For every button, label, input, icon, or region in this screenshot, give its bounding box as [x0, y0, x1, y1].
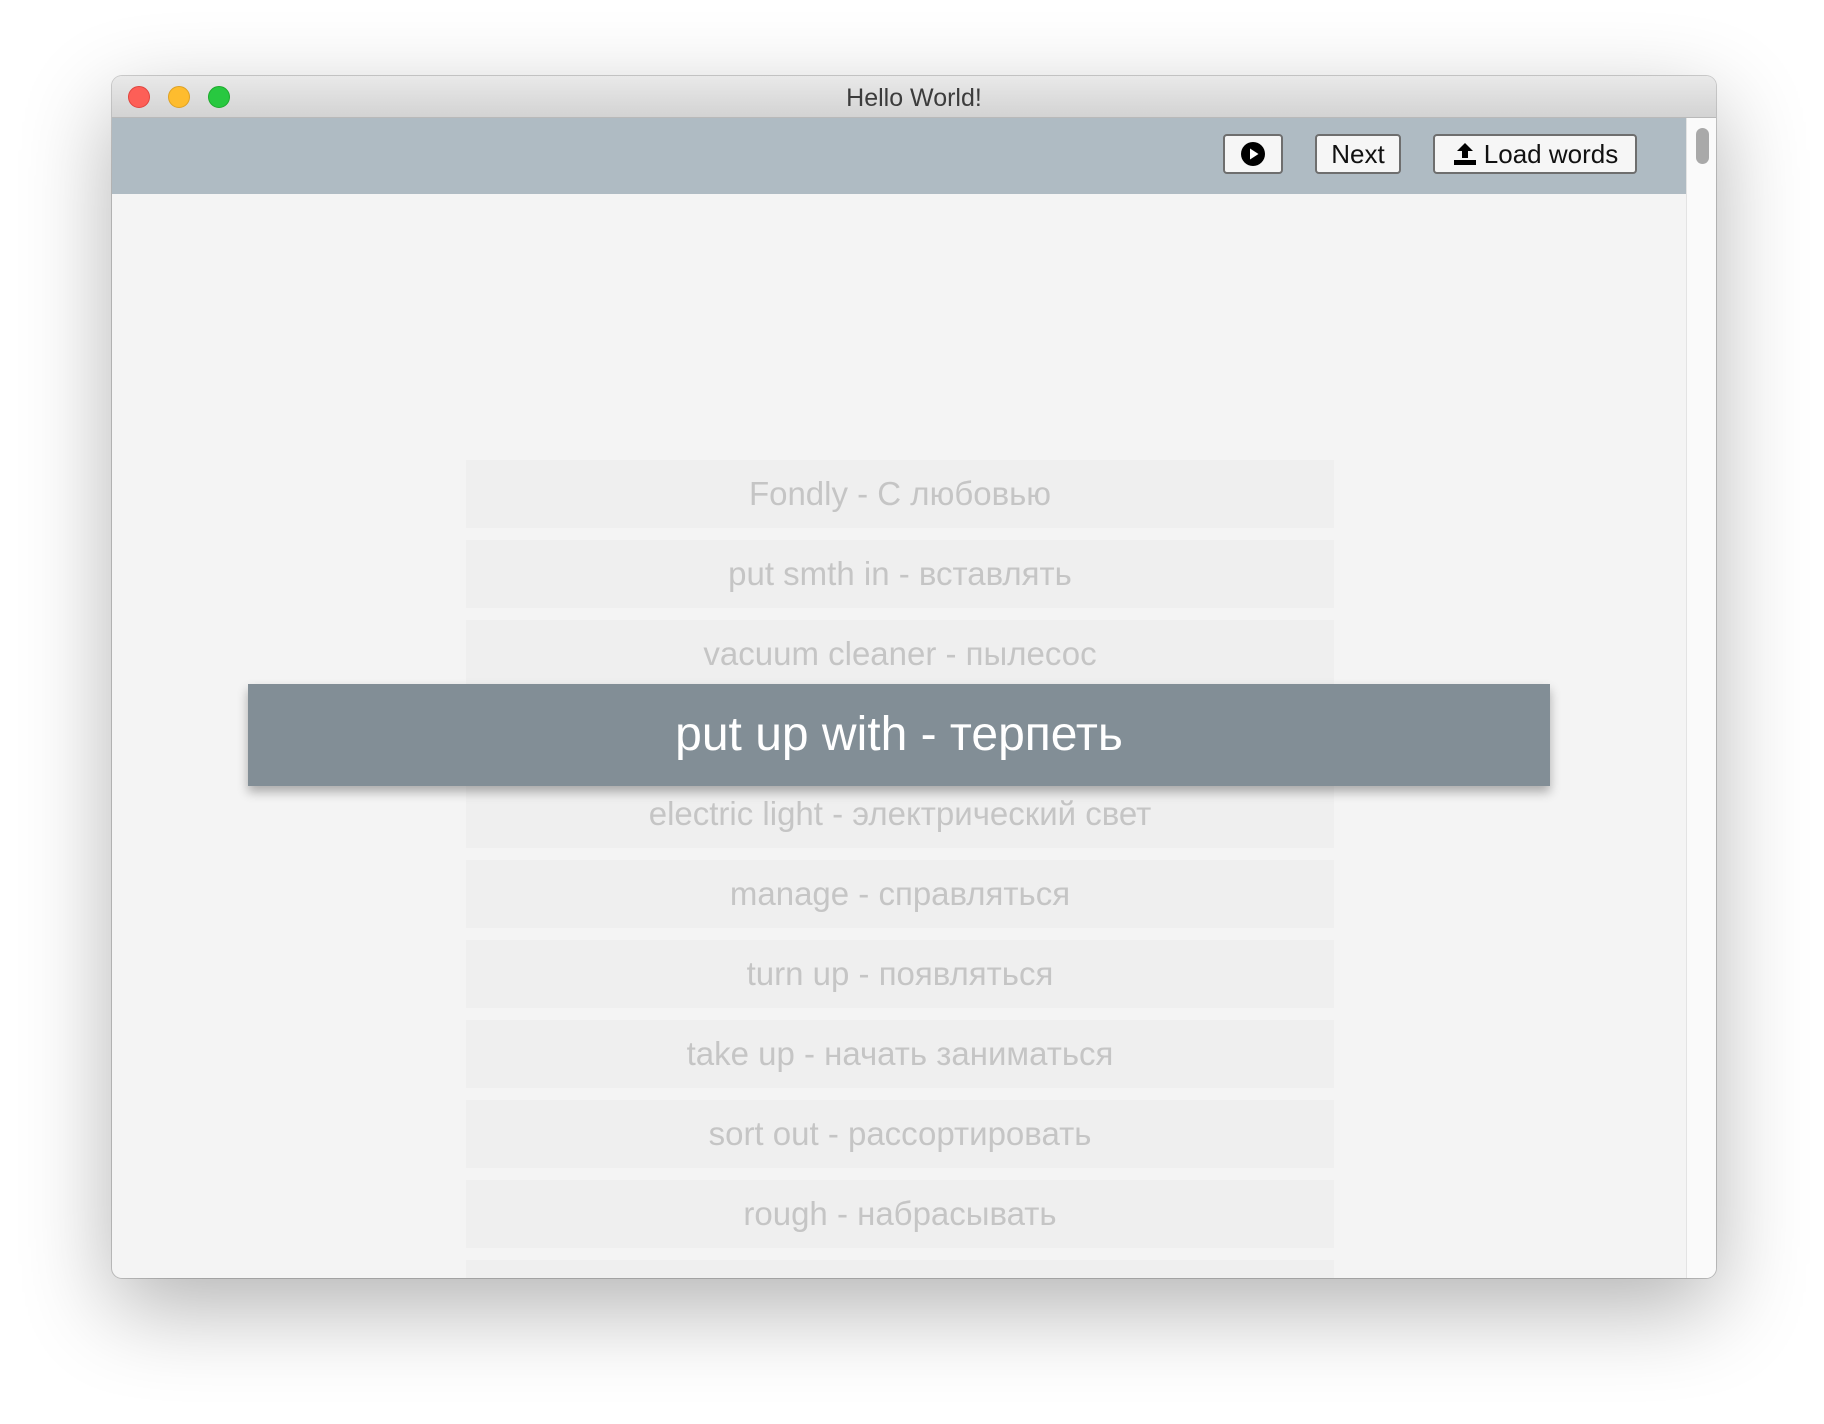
current-word-card[interactable]: put up with - терпеть — [248, 684, 1550, 786]
word-item[interactable]: sort out - рассортировать — [466, 1100, 1334, 1168]
load-words-button[interactable]: Load words — [1433, 134, 1637, 174]
title-bar: Hello World! — [112, 76, 1716, 118]
word-item[interactable]: rough - набрасывать — [466, 1180, 1334, 1248]
word-item[interactable]: take up - начать заниматься — [466, 1020, 1334, 1088]
app-window: Hello World! Next Load words Fondly - С … — [112, 76, 1716, 1278]
word-item[interactable]: manage - справляться — [466, 860, 1334, 928]
toolbar: Next Load words — [112, 118, 1686, 194]
vertical-scrollbar[interactable] — [1686, 118, 1716, 1278]
scrollbar-thumb[interactable] — [1696, 128, 1709, 164]
next-button[interactable]: Next — [1315, 134, 1401, 174]
upload-icon — [1452, 141, 1478, 167]
play-button[interactable] — [1223, 134, 1283, 174]
word-item[interactable]: put smth in - вставлять — [466, 540, 1334, 608]
word-item[interactable]: electric light - электрический свет — [466, 780, 1334, 848]
window-title: Hello World! — [846, 84, 982, 112]
play-circle-icon — [1240, 141, 1266, 167]
word-item[interactable]: turn up - появляться — [466, 940, 1334, 1008]
word-list: Fondly - С любовью put smth in - вставля… — [466, 460, 1334, 1278]
word-item[interactable]: Fondly - С любовью — [466, 460, 1334, 528]
word-item[interactable] — [466, 1260, 1334, 1278]
word-item[interactable]: vacuum cleaner - пылесос — [466, 620, 1334, 688]
load-words-label: Load words — [1483, 138, 1619, 169]
